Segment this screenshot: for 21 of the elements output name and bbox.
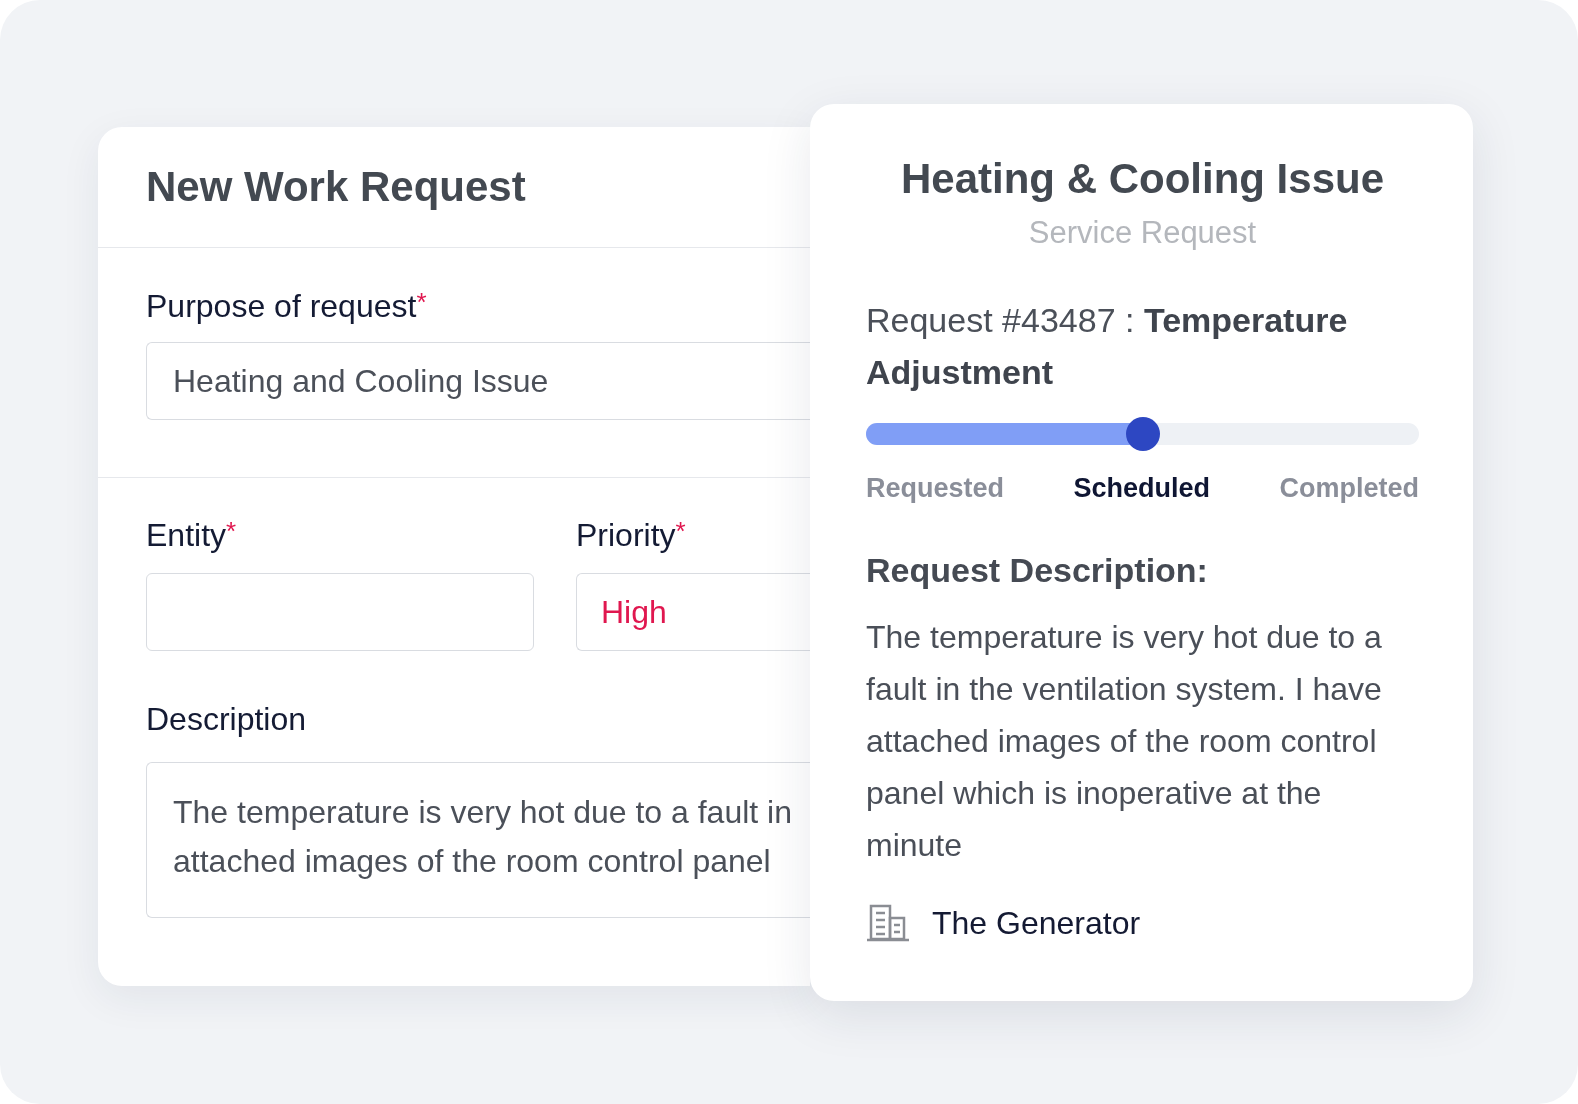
description-text: The temperature is very hot due to a fault in the ventilation system. I have attached images of the room control panel which is inoperative at the minute <box>866 618 1383 865</box>
purpose-input[interactable]: Heating and Cooling Issue <box>146 342 810 420</box>
required-mark: * <box>675 518 686 544</box>
description-textarea[interactable]: The temperature is very hot due to a fault in attached images of the room control panel <box>146 762 810 918</box>
step-label: Completed <box>1279 472 1419 504</box>
building-icon <box>866 904 910 942</box>
entity-input[interactable] <box>146 573 534 651</box>
request-heading: Request #43487 : Temperature Adjustment <box>866 300 1349 393</box>
step-label: Requested <box>866 472 1005 504</box>
location-text: The Generator <box>932 904 1141 943</box>
description-heading: Request Description: <box>866 550 1209 591</box>
field-label: Entity <box>146 516 227 555</box>
card-subtitle: Service Request <box>1028 215 1257 251</box>
field-label: Description <box>146 700 307 739</box>
form-title: New Work Request <box>146 162 526 212</box>
required-mark: * <box>416 289 427 315</box>
field-label: Priority <box>576 516 676 555</box>
card-title: Heating & Cooling Issue <box>900 154 1384 204</box>
field-label: Purpose of request <box>146 287 417 326</box>
required-mark: * <box>226 518 237 544</box>
step-label: Scheduled <box>1073 472 1211 504</box>
